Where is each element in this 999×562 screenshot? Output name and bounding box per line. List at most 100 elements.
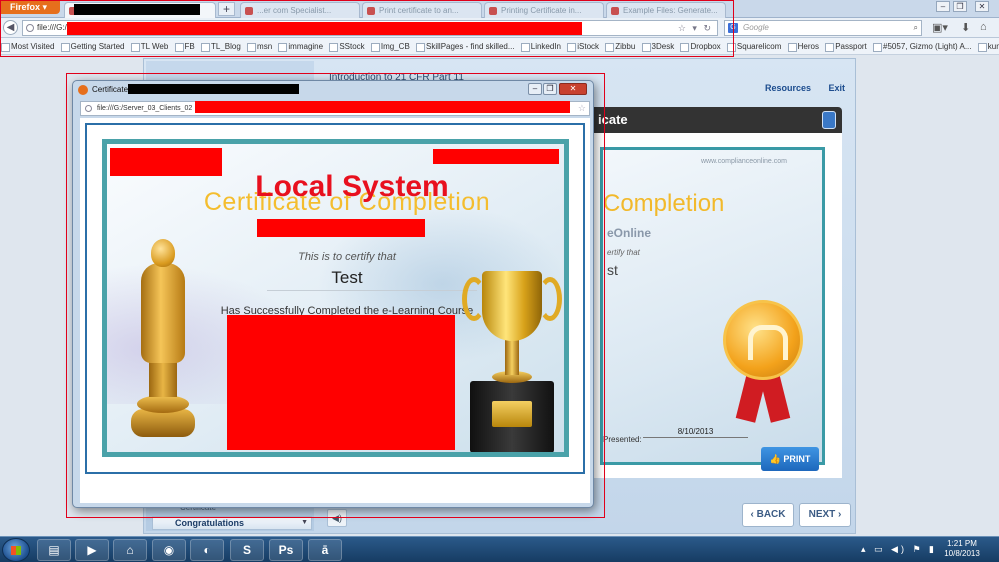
certificate-panel: www.complianceonline.com Completion eOnl… — [580, 133, 842, 478]
bookmark-item[interactable]: Passport — [824, 38, 870, 54]
bookmark-item[interactable]: Getting Started — [60, 38, 128, 54]
redaction-logo-right — [433, 149, 559, 164]
bookmark-item[interactable]: FB — [174, 38, 198, 54]
taskbar-articulate-icon[interactable]: ā — [308, 539, 342, 561]
firefox-icon — [78, 85, 88, 95]
certificate-site: www.complianceonline.com — [701, 158, 787, 165]
globe-icon — [85, 105, 92, 112]
chevron-down-icon: ▼ — [301, 519, 308, 526]
student-name-partial: st — [607, 262, 618, 278]
bookmark-item[interactable]: TL Web — [130, 38, 172, 54]
provider-name-partial: eOnline — [607, 226, 652, 240]
tab-3[interactable]: Print certificate to an... — [362, 2, 482, 18]
popup-content: Certificate of Completion Local System T… — [80, 118, 590, 503]
popup-minimize-button[interactable]: – — [528, 83, 542, 95]
taskbar-photoshop-icon[interactable]: Ps — [269, 539, 303, 561]
home-icon[interactable]: ⌂ — [980, 21, 987, 33]
bookmark-item[interactable]: Zibbu — [604, 38, 638, 54]
bookmark-item[interactable]: Dropbox — [679, 38, 723, 54]
bookmark-item[interactable]: SStock — [328, 38, 367, 54]
bookmark-item[interactable]: Img_CB — [370, 38, 413, 54]
certificate: Certificate of Completion Local System T… — [102, 139, 569, 457]
redaction-course-details — [227, 315, 455, 450]
taskbar-firefox-icon[interactable]: ◐ — [190, 539, 224, 561]
bookmarks-menu-icon[interactable]: ▣▾ — [932, 21, 948, 34]
ribbon-icon — [759, 373, 791, 423]
start-button[interactable] — [2, 538, 30, 562]
page-icon — [367, 7, 375, 15]
certificate-popup-window: Certificate – ❐ ✕ file:///G:/Server_03_C… — [72, 80, 594, 508]
bookmark-item[interactable]: iStock — [566, 38, 602, 54]
background-certificate: www.complianceonline.com Completion eOnl… — [600, 147, 825, 465]
taskbar-explorer-icon[interactable]: ⌂ — [113, 539, 147, 561]
redaction-popup-title — [128, 84, 299, 94]
firefox-menu-button[interactable]: Firefox ▾ — [0, 0, 60, 14]
bookmark-item[interactable]: 3Desk — [641, 38, 678, 54]
page-icon — [489, 7, 497, 15]
taskbar-clock[interactable]: 1:21 PM 10/8/2013 — [937, 539, 987, 559]
exit-link[interactable]: Exit — [828, 83, 845, 93]
back-button[interactable]: ‹ BACK — [742, 503, 794, 527]
url-bar-controls[interactable]: ☆ ▾ ↻ — [678, 21, 713, 35]
overlay-text: Local System — [255, 170, 449, 203]
print-button[interactable]: 👍 PRINT — [761, 447, 819, 471]
trophy-icon — [462, 271, 562, 452]
taskbar-folder-icon[interactable]: ▤ — [37, 539, 71, 561]
bookmark-item[interactable]: Most Visited — [0, 38, 57, 54]
globe-icon — [26, 24, 34, 32]
bookmark-item[interactable]: TL_Blog — [200, 38, 244, 54]
redaction-url — [67, 22, 582, 35]
google-icon: G — [728, 23, 738, 33]
taskbar-chrome-icon[interactable]: ◉ — [152, 539, 186, 561]
bookmark-item[interactable]: Heros — [787, 38, 822, 54]
bookmark-item[interactable]: kumbal — [977, 38, 999, 54]
panel-header: icate — [580, 107, 842, 133]
presented-label: Presented: — [603, 435, 642, 444]
certificate-heading-partial: Completion — [603, 190, 725, 217]
close-window-button[interactable]: ✕ — [975, 1, 989, 12]
taskbar-skype-icon[interactable]: S — [230, 539, 264, 561]
bookmark-item[interactable]: msn — [246, 38, 275, 54]
tab-2[interactable]: ...er com Specialist... — [240, 2, 360, 18]
tab-4[interactable]: Printing Certificate in... — [484, 2, 604, 18]
bookmark-item[interactable]: Squarelicom — [726, 38, 784, 54]
download-icon[interactable]: ⬇ — [961, 21, 970, 34]
taskbar-media-player-icon[interactable]: ▶ — [75, 539, 109, 561]
medal-icon — [723, 300, 803, 380]
tab-5[interactable]: Example Files: Generate... — [606, 2, 726, 18]
certificate-frame: Certificate of Completion Local System T… — [85, 123, 585, 474]
redaction-provider — [257, 219, 425, 237]
redaction-logo-left — [110, 148, 222, 176]
page-icon — [611, 7, 619, 15]
oscar-statue-icon — [131, 239, 195, 439]
back-arrow-icon[interactable]: ◀ — [3, 20, 18, 35]
maximize-button[interactable]: ❐ — [953, 1, 967, 12]
page-icon — [245, 7, 253, 15]
presented-date: 8/10/2013 — [643, 427, 748, 438]
popup-maximize-button[interactable]: ❐ — [543, 83, 557, 95]
popup-title: Certificate — [92, 85, 129, 94]
certify-text-partial: ertify that — [607, 248, 640, 257]
bookmark-item[interactable]: SkillPages - find skilled... — [415, 38, 517, 54]
bookmarks-toolbar: Most Visited Getting Started TL Web FB T… — [0, 38, 999, 55]
speaker-icon[interactable]: ◀) — [327, 509, 347, 527]
sidebar-current-item[interactable]: Congratulations ▼ — [152, 516, 312, 530]
search-input[interactable]: G Google ⌕ — [724, 20, 922, 36]
search-icon[interactable]: ⌕ — [914, 21, 918, 35]
name-underline — [267, 290, 477, 291]
redaction-popup-url — [195, 101, 570, 113]
bookmark-item[interactable]: immagine — [277, 38, 326, 54]
popup-close-button[interactable]: ✕ — [559, 83, 587, 95]
bookmark-item[interactable]: #5057, Gizmo (Light) A... — [872, 38, 975, 54]
minimize-button[interactable]: – — [936, 1, 950, 12]
system-tray[interactable]: ▴ ▭ ◀) ⚑ ▮ — [861, 544, 937, 555]
bookmark-star-icon[interactable]: ☆ — [578, 102, 586, 115]
certify-text: This is to certify that — [298, 251, 396, 263]
resources-link[interactable]: Resources — [765, 83, 811, 93]
document-icon[interactable] — [822, 111, 836, 129]
bookmark-item[interactable]: LinkedIn — [520, 38, 564, 54]
new-tab-button[interactable]: + — [218, 2, 235, 16]
windows-taskbar: ▤ ▶ ⌂ ◉ ◐ S Ps ā ▴ ▭ ◀) ⚑ ▮ 1:21 PM 10/8… — [0, 536, 999, 562]
student-name: Test — [331, 268, 363, 287]
next-button[interactable]: NEXT › — [799, 503, 851, 527]
